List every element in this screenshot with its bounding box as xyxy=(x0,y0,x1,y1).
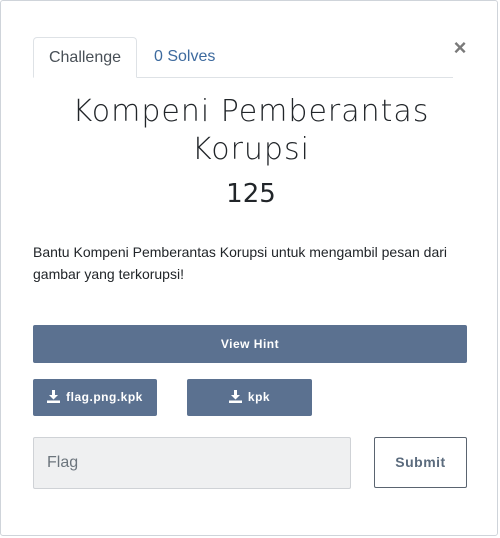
challenge-title: Kompeni Pemberantas Korupsi xyxy=(72,94,430,167)
file-label: kpk xyxy=(247,390,271,404)
tab-solves[interactable]: 0 Solves xyxy=(154,37,215,78)
tab-challenge[interactable]: Challenge xyxy=(33,37,137,78)
challenge-description: Bantu Kompeni Pemberantas Korupsi untuk … xyxy=(33,244,448,282)
download-icon xyxy=(47,390,61,403)
file-label: flag.png.kpk xyxy=(66,390,143,404)
challenge-points: 125 xyxy=(226,179,276,209)
download-file-button[interactable]: kpk xyxy=(187,379,312,416)
download-icon xyxy=(228,390,242,403)
challenge-modal: × Challenge 0 Solves Kompeni Pemberantas… xyxy=(0,0,498,536)
modal-tabs: Challenge 0 Solves xyxy=(33,37,453,78)
download-file-button[interactable]: flag.png.kpk xyxy=(33,379,157,416)
view-hint-button[interactable]: View Hint xyxy=(33,325,467,363)
flag-input[interactable] xyxy=(33,437,351,489)
submit-button[interactable]: Submit xyxy=(374,437,467,488)
